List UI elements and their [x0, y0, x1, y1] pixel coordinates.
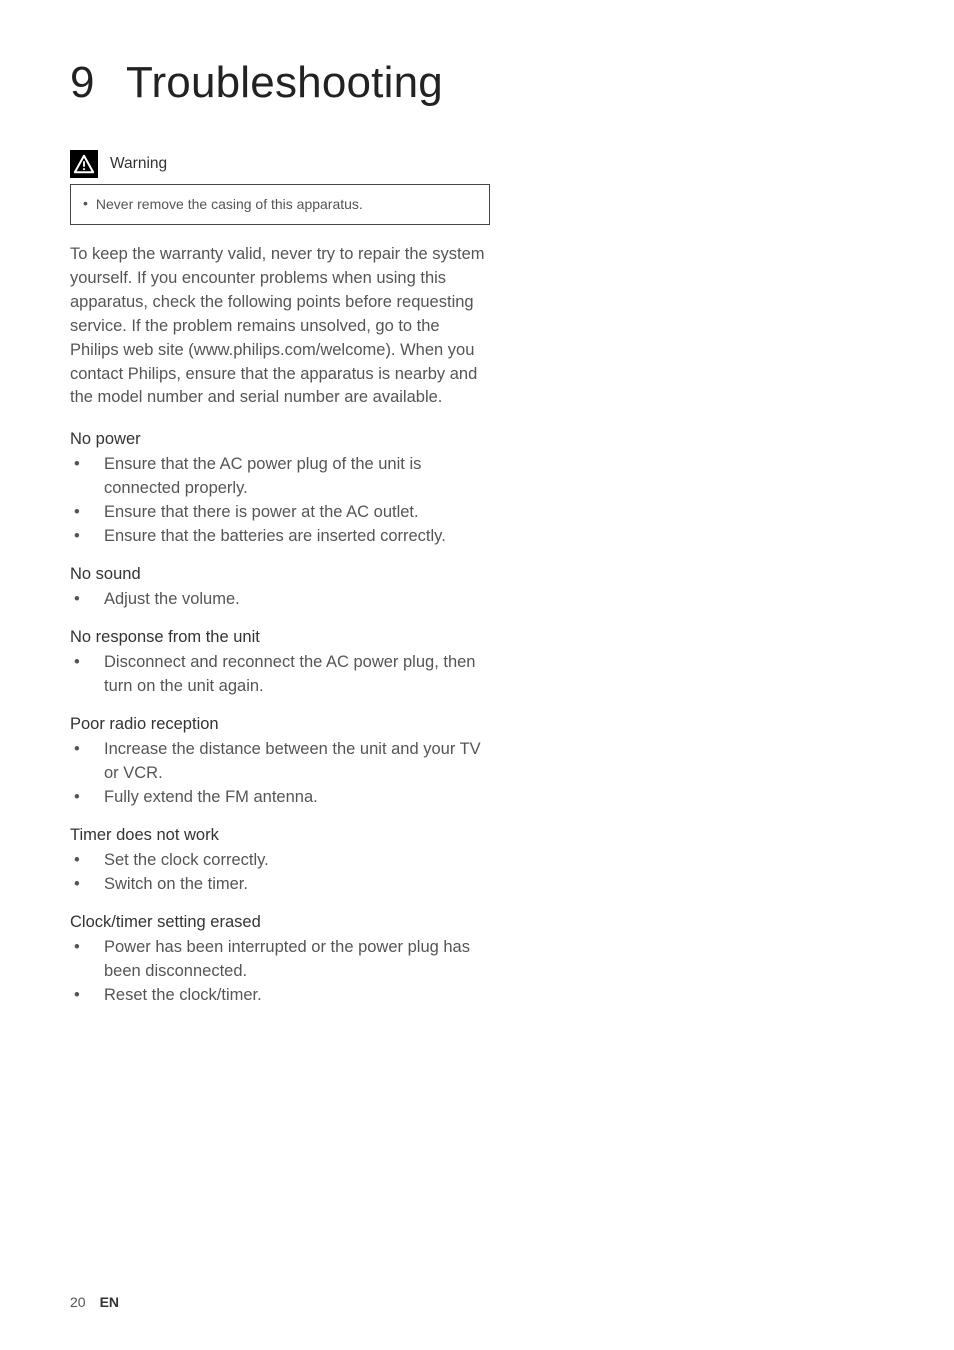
section-list: •Power has been interrupted or the power…	[70, 936, 490, 1008]
section-heading: Timer does not work	[70, 824, 490, 847]
section-heading: No response from the unit	[70, 626, 490, 649]
section-list: •Disconnect and reconnect the AC power p…	[70, 651, 490, 699]
content-column: 9Troubleshooting Warning • Never remove …	[70, 58, 490, 1008]
warning-box: • Never remove the casing of this appara…	[70, 184, 490, 225]
page-number: 20	[70, 1294, 86, 1310]
bullet-dot: •	[70, 588, 104, 612]
troubleshoot-sections: No power•Ensure that the AC power plug o…	[70, 428, 490, 1007]
list-item: •Set the clock correctly.	[70, 849, 490, 873]
warning-icon	[70, 150, 98, 178]
section-heading: No power	[70, 428, 490, 451]
list-item: •Reset the clock/timer.	[70, 984, 490, 1008]
bullet-dot: •	[70, 525, 104, 549]
section-heading: Clock/timer setting erased	[70, 911, 490, 934]
section-list: •Adjust the volume.	[70, 588, 490, 612]
list-item: •Fully extend the FM antenna.	[70, 786, 490, 810]
list-item: •Switch on the timer.	[70, 873, 490, 897]
list-item-text: Ensure that there is power at the AC out…	[104, 501, 490, 525]
bullet-dot: •	[70, 984, 104, 1008]
list-item-text: Adjust the volume.	[104, 588, 490, 612]
section-heading: Poor radio reception	[70, 713, 490, 736]
list-item-text: Reset the clock/timer.	[104, 984, 490, 1008]
list-item: •Disconnect and reconnect the AC power p…	[70, 651, 490, 699]
section-heading: No sound	[70, 563, 490, 586]
chapter-title: 9Troubleshooting	[70, 58, 490, 108]
warning-item: • Never remove the casing of this appara…	[83, 195, 363, 214]
bullet-dot: •	[70, 936, 104, 984]
page-language: EN	[100, 1294, 119, 1310]
warning-header: Warning	[70, 150, 490, 178]
bullet-dot: •	[70, 873, 104, 897]
bullet-dot: •	[70, 849, 104, 873]
section-list: •Set the clock correctly.•Switch on the …	[70, 849, 490, 897]
warning-item-text: Never remove the casing of this apparatu…	[96, 195, 363, 214]
bullet-dot: •	[70, 651, 104, 699]
list-item-text: Set the clock correctly.	[104, 849, 490, 873]
list-item-text: Fully extend the FM antenna.	[104, 786, 490, 810]
list-item: •Increase the distance between the unit …	[70, 738, 490, 786]
list-item: •Power has been interrupted or the power…	[70, 936, 490, 984]
list-item-text: Increase the distance between the unit a…	[104, 738, 490, 786]
warning-label: Warning	[110, 155, 167, 173]
section-list: •Ensure that the AC power plug of the un…	[70, 453, 490, 549]
list-item-text: Switch on the timer.	[104, 873, 490, 897]
triangle-exclaim-icon	[73, 153, 95, 175]
list-item-text: Power has been interrupted or the power …	[104, 936, 490, 984]
list-item-text: Ensure that the batteries are inserted c…	[104, 525, 490, 549]
bullet-dot: •	[70, 738, 104, 786]
chapter-number: 9	[70, 58, 126, 108]
bullet-dot: •	[70, 453, 104, 501]
bullet-dot: •	[70, 786, 104, 810]
list-item: •Adjust the volume.	[70, 588, 490, 612]
list-item: •Ensure that there is power at the AC ou…	[70, 501, 490, 525]
list-item-text: Ensure that the AC power plug of the uni…	[104, 453, 490, 501]
list-item-text: Disconnect and reconnect the AC power pl…	[104, 651, 490, 699]
document-page: 9Troubleshooting Warning • Never remove …	[0, 0, 954, 1350]
bullet-dot: •	[70, 501, 104, 525]
list-item: •Ensure that the AC power plug of the un…	[70, 453, 490, 501]
list-item: •Ensure that the batteries are inserted …	[70, 525, 490, 549]
section-list: •Increase the distance between the unit …	[70, 738, 490, 810]
page-footer: 20 EN	[70, 1294, 119, 1310]
bullet-dot: •	[83, 195, 96, 214]
chapter-title-text: Troubleshooting	[126, 58, 443, 107]
intro-paragraph: To keep the warranty valid, never try to…	[70, 243, 490, 410]
